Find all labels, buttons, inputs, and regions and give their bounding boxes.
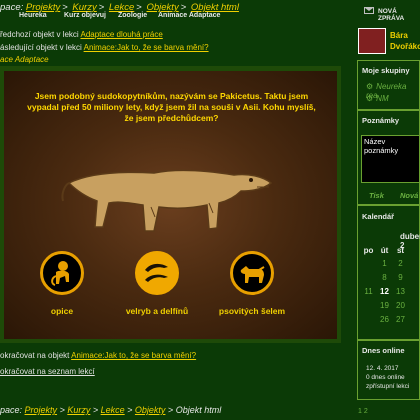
calendar-day[interactable]: 27 [394,315,407,324]
dolphin-icon [145,263,168,282]
new-message-link[interactable]: NOVÁ ZPRÁVA [378,8,420,22]
bottom-breadcrumb-prefix: pace: [0,405,23,415]
prev-object-line: ředchozí objekt v lekci Adaptace dlouhá … [0,30,163,39]
envelope-icon[interactable] [364,7,374,14]
breadcrumb-sub-objekty: Animace Adaptace [158,12,221,19]
print-button[interactable]: Tisk [369,191,384,200]
calendar-day[interactable]: 19 [378,301,391,310]
bottom-breadcrumb: pace: Projekty > Kurzy > Lekce > Objekty… [0,405,222,415]
online-line: 12. 4. 2017 [366,365,399,372]
object-title: ace Adaptace [0,55,49,64]
choice-psovitych-selem[interactable] [230,251,274,295]
pakicetus-illustration [61,169,273,232]
choice-opice-label[interactable]: opice [22,306,102,316]
user-name[interactable]: Bára Dvořákov [390,30,420,52]
choice-velryb-delfinu[interactable] [135,251,179,295]
calendar-day[interactable]: 26 [378,315,391,324]
avatar[interactable] [358,28,386,54]
prev-object-link[interactable]: Adaptace dlouhá práce [80,30,162,39]
monkey-icon [51,261,69,286]
breadcrumb-sub-kurzy: Kurz objevuj [64,12,107,19]
continue-line: okračovat na objekt Animace:Jak to, že s… [0,351,196,360]
next-object-text: ásledující objekt v lekci [0,43,82,52]
animation-frame: Jsem podobný sudokopytníkům, nazývám se … [0,66,341,343]
next-object-line: ásledující objekt v lekci Animace:Jak to… [0,43,209,52]
continue-text: okračovat na objekt [0,351,70,360]
sidebar-pager[interactable]: 1 2 [358,408,368,415]
bottom-breadcrumb-current: Objekt html [175,405,222,415]
choice-psovitych-selem-label[interactable]: psovitých šelem [212,306,292,316]
weekday-po: po [363,246,374,255]
group-item-nm[interactable]: NM [366,94,388,103]
calendar-day[interactable]: 11 [362,287,375,296]
calendar-day[interactable]: 1 [378,259,391,268]
bottom-breadcrumb-objekty[interactable]: Objekty [135,405,166,415]
bottom-breadcrumb-lekce[interactable]: Lekce [101,405,125,415]
prev-object-text: ředchozí objekt v lekci [0,30,79,39]
breadcrumb-sub-lekce: Zoologie [118,12,148,19]
calendar-day[interactable]: 13 [394,287,407,296]
bottom-breadcrumb-kurzy[interactable]: Kurzy [67,405,90,415]
new-note-button[interactable]: Nová [400,191,418,200]
online-line: zpřístupní lekci [366,383,410,390]
calendar-day[interactable]: 9 [394,273,407,282]
note-title-field[interactable]: Název poznámky [364,137,420,155]
groups-title: Moje skupiny [362,66,410,75]
calendar-day[interactable]: 20 [394,301,407,310]
online-line: 0 dnes online [366,374,405,381]
calendar-title: Kalendář [362,212,395,221]
calendar-day-today[interactable]: 12 [378,287,391,296]
weekday-ut: út [380,246,389,255]
choice-velryb-delfinu-label[interactable]: velryb a delfínů [117,306,197,316]
calendar-day[interactable]: 8 [378,273,391,282]
question-text: Jsem podobný sudokopytníkům, nazývám se … [27,91,316,123]
online-title: Dnes online [362,346,405,355]
dog-icon [240,266,265,283]
choice-opice[interactable] [40,251,84,295]
continue-object-link[interactable]: Animace:Jak to, že se barva mění? [71,351,196,360]
next-object-link[interactable]: Animace:Jak to, že se barva mění? [84,43,209,52]
animation-stage[interactable]: Jsem podobný sudokopytníkům, nazývám se … [4,71,337,339]
breadcrumb-sub-projekty: Heureka [19,12,47,19]
continue-lesson-list-link[interactable]: okračovat na seznam lekcí [0,367,95,376]
weekday-st: st [396,246,405,255]
notes-title: Poznámky [362,116,400,125]
bottom-breadcrumb-projekty[interactable]: Projekty [25,405,58,415]
calendar-day[interactable]: 2 [394,259,407,268]
